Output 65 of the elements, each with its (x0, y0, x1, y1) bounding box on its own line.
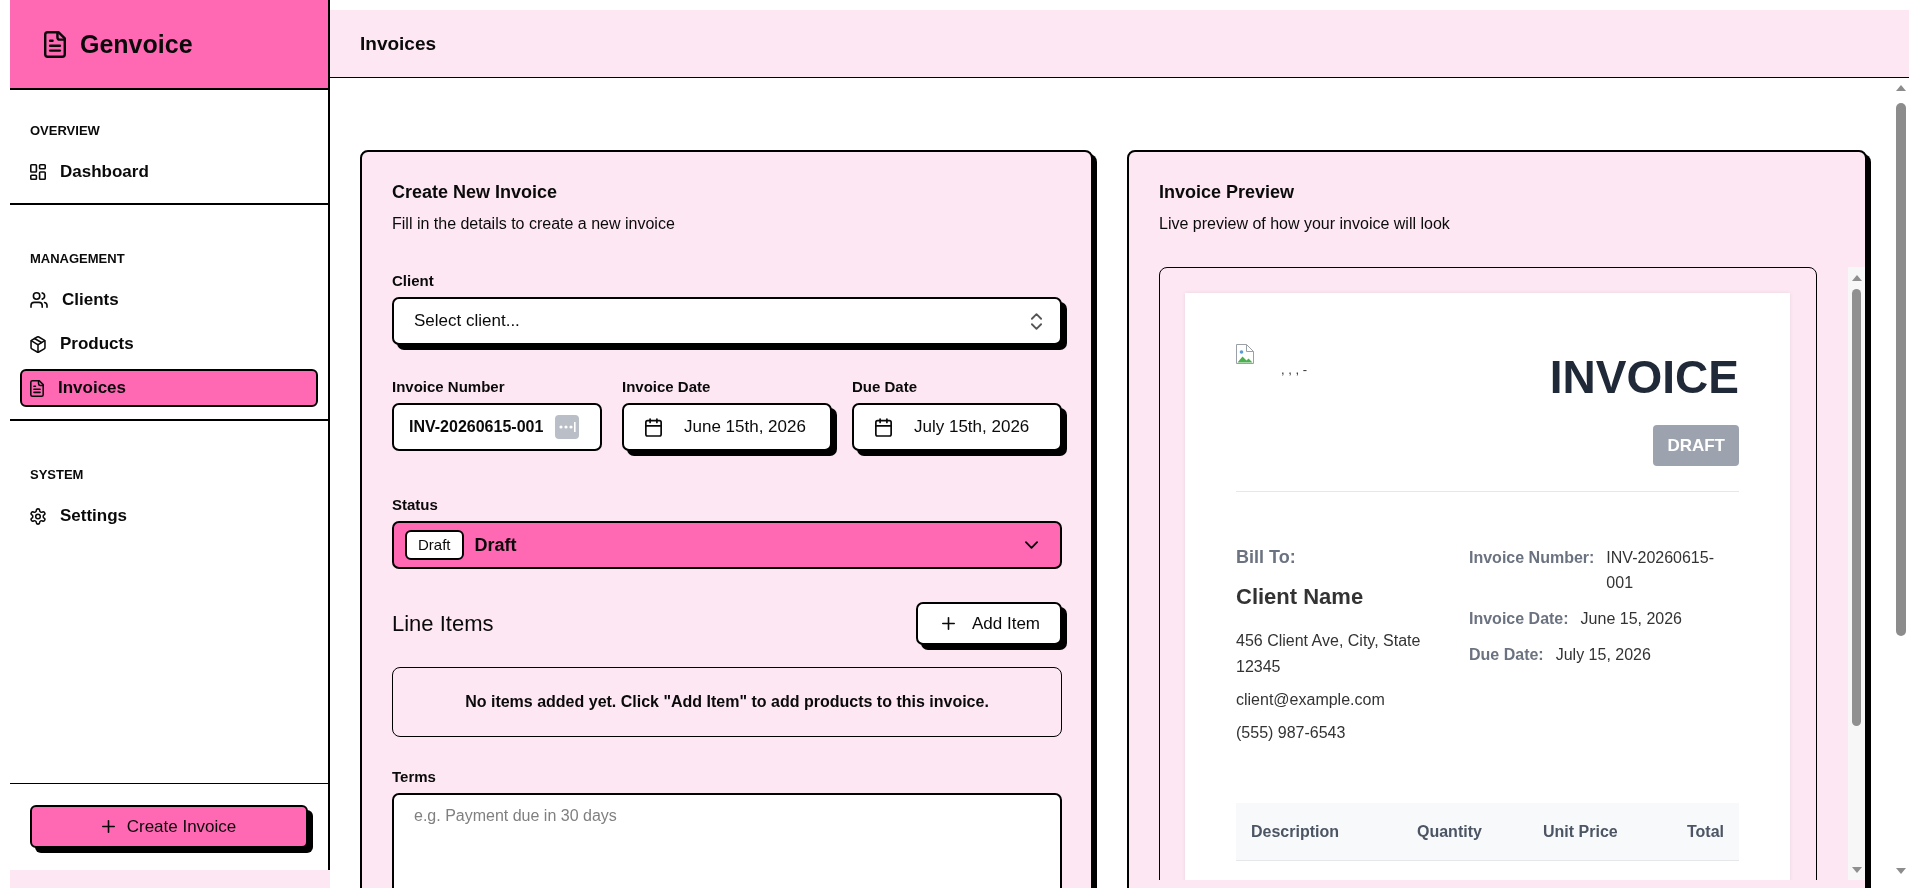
client-name: Client Name (1236, 583, 1365, 611)
detail-label: Invoice Date: (1469, 609, 1569, 629)
detail-label: Invoice Number: (1469, 548, 1595, 568)
status-select[interactable]: Draft Draft (392, 521, 1062, 569)
calendar-icon (875, 417, 892, 437)
scroll-up-icon[interactable] (1896, 85, 1906, 91)
preview-scrollbar[interactable] (1848, 267, 1865, 880)
bill-to-label: Bill To: (1236, 546, 1297, 569)
sidebar-item[interactable]: Clients (20, 281, 318, 319)
scroll-up-icon[interactable] (1851, 275, 1862, 281)
field-label: Terms (392, 767, 437, 787)
sidebar-item[interactable]: Settings (20, 497, 318, 535)
image-alt-text: , , , - (1281, 362, 1307, 378)
document-icon (44, 30, 66, 58)
scrollbar-thumb[interactable] (1852, 289, 1861, 726)
document-icon (30, 379, 44, 397)
status-badge: Draft (405, 530, 464, 560)
column-header: Total (1685, 822, 1725, 842)
chevrons-up-down-icon (1031, 312, 1042, 330)
field-label: Client (392, 271, 435, 291)
sidebar-item[interactable]: Dashboard (20, 153, 318, 191)
status-badge: DRAFT (1653, 425, 1739, 466)
card-subtitle: Fill in the details to create a new invoice (392, 214, 676, 234)
client-email: client@example.com (1236, 690, 1386, 710)
column-header: Description (1250, 822, 1340, 842)
field-label: Invoice Number (392, 377, 506, 397)
detail-label: Due Date: (1469, 645, 1544, 665)
page-title: Invoices (360, 32, 437, 55)
field-label: Invoice Date (622, 377, 712, 397)
plus-icon (942, 617, 955, 630)
dashboard-grid-icon (30, 164, 46, 180)
card-title: Create New Invoice (392, 181, 559, 204)
card-title: Invoice Preview (1159, 181, 1296, 204)
dots-icon (555, 415, 579, 439)
section-heading: OVERVIEW (29, 123, 101, 139)
empty-items-message: No items added yet. Click "Add Item" to add products to this invoice. (392, 667, 1062, 737)
card-subtitle: Live preview of how your invoice will look (1159, 214, 1451, 234)
brand-name: Genvoice (80, 29, 193, 59)
scroll-down-icon[interactable] (1851, 867, 1862, 873)
section-heading: SYSTEM (29, 467, 85, 483)
calendar-icon (645, 417, 662, 437)
terms-input[interactable]: e.g. Payment due in 30 days (392, 793, 1062, 888)
client-address: 456 Client Ave, City, State 12345 (1236, 631, 1422, 677)
invoice-number-input[interactable]: INV-20260615-001 (392, 403, 602, 451)
scroll-down-icon[interactable] (1896, 868, 1906, 874)
detail-value: July 15, 2026 (1555, 645, 1652, 665)
field-label: Status (392, 495, 439, 515)
scrollbar-thumb[interactable] (1896, 103, 1906, 636)
sidebar-item[interactable]: Products (20, 325, 318, 363)
column-header: Unit Price (1542, 822, 1619, 842)
column-header: Quantity (1416, 822, 1483, 842)
settings-icon (30, 507, 46, 525)
client-phone: (555) 987-6543 (1236, 723, 1347, 743)
field-label: Due Date (852, 377, 919, 397)
plus-icon (101, 820, 115, 833)
broken-image-icon (1236, 344, 1254, 364)
section-heading: MANAGEMENT (29, 251, 126, 267)
chevron-down-icon (1025, 541, 1038, 549)
sidebar-item[interactable]: Invoices (20, 369, 318, 407)
box-icon (30, 335, 46, 353)
invoice-heading: INVOICE (1549, 350, 1739, 405)
detail-value: June 15, 2026 (1580, 609, 1683, 629)
users-icon (30, 292, 48, 308)
detail-value: INV-20260615-001 (1606, 548, 1715, 593)
section-title: Line Items (392, 610, 494, 637)
